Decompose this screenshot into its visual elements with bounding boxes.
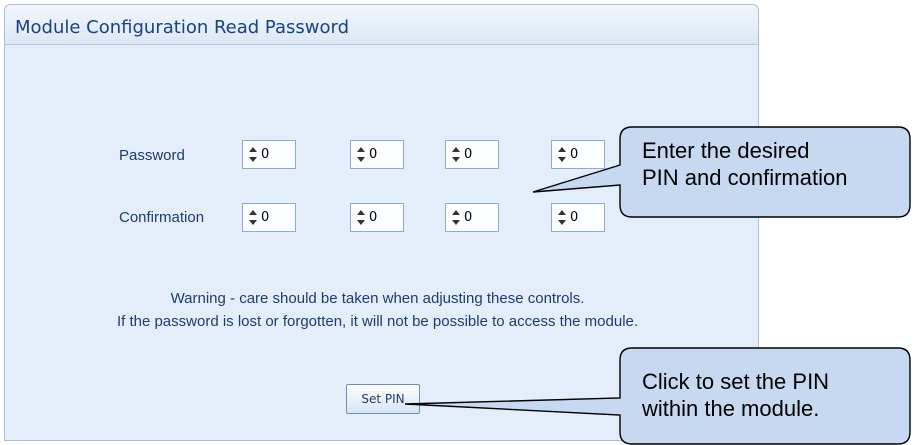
set-pin-callout-line-2: within the module. bbox=[642, 396, 820, 421]
pin-callout-line-1: Enter the desired bbox=[642, 138, 810, 163]
pin-callout-line-2: PIN and confirmation bbox=[642, 165, 848, 190]
set-pin-callout-line-1: Click to set the PIN bbox=[642, 369, 830, 394]
